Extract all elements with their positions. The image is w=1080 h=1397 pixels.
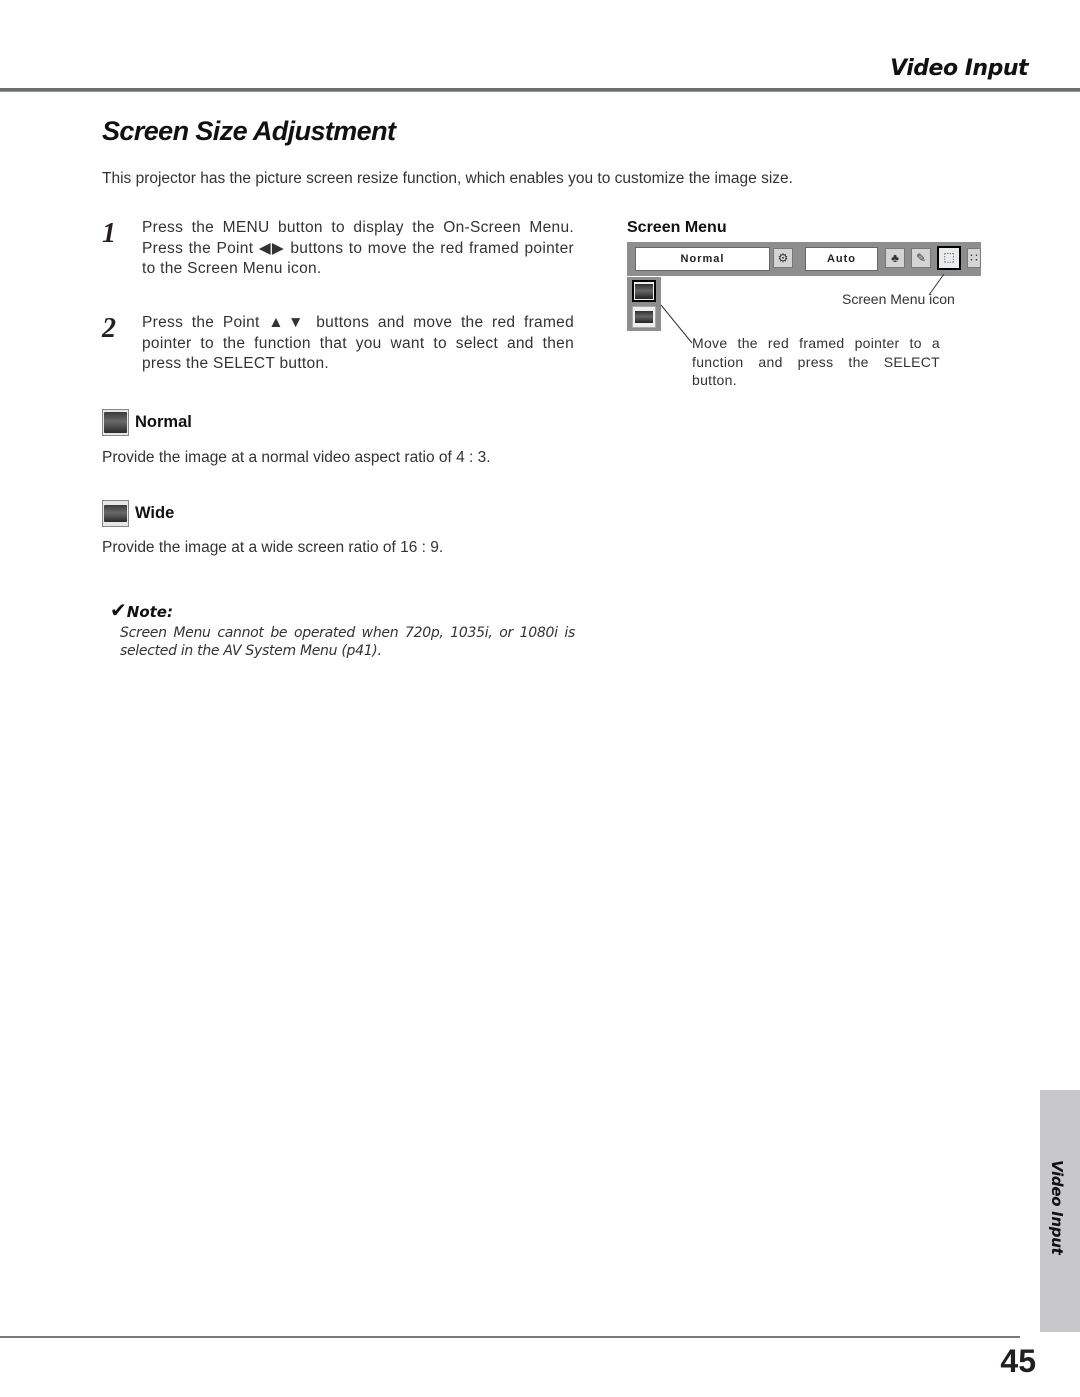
option-normal: Normal — [102, 409, 192, 436]
option-label: Wide — [135, 504, 175, 522]
normal-screen-icon — [102, 409, 129, 436]
callout-line-move — [660, 304, 693, 344]
option-wide: Wide — [102, 500, 174, 527]
option-description: Provide the image at a normal video aspe… — [102, 449, 491, 466]
wide-screen-icon — [102, 500, 129, 527]
page-number: 45 — [1000, 1343, 1036, 1379]
side-tab-label: Video Input — [1048, 1160, 1066, 1255]
note-text: Screen Menu cannot be operated when 720p… — [120, 625, 575, 659]
note-label: Note: — [126, 603, 173, 621]
callout-move-pointer: Move the red framed pointer to a functio… — [692, 335, 940, 388]
footer-divider — [0, 1336, 1020, 1338]
option-label: Normal — [135, 413, 192, 431]
section-side-tab: Video Input — [1040, 1090, 1080, 1332]
checkmark-icon: ✔ — [110, 598, 127, 622]
note-heading: ✔Note: — [110, 598, 173, 622]
option-description: Provide the image at a wide screen ratio… — [102, 539, 444, 556]
callout-screen-menu-icon: Screen Menu icon — [842, 291, 955, 307]
